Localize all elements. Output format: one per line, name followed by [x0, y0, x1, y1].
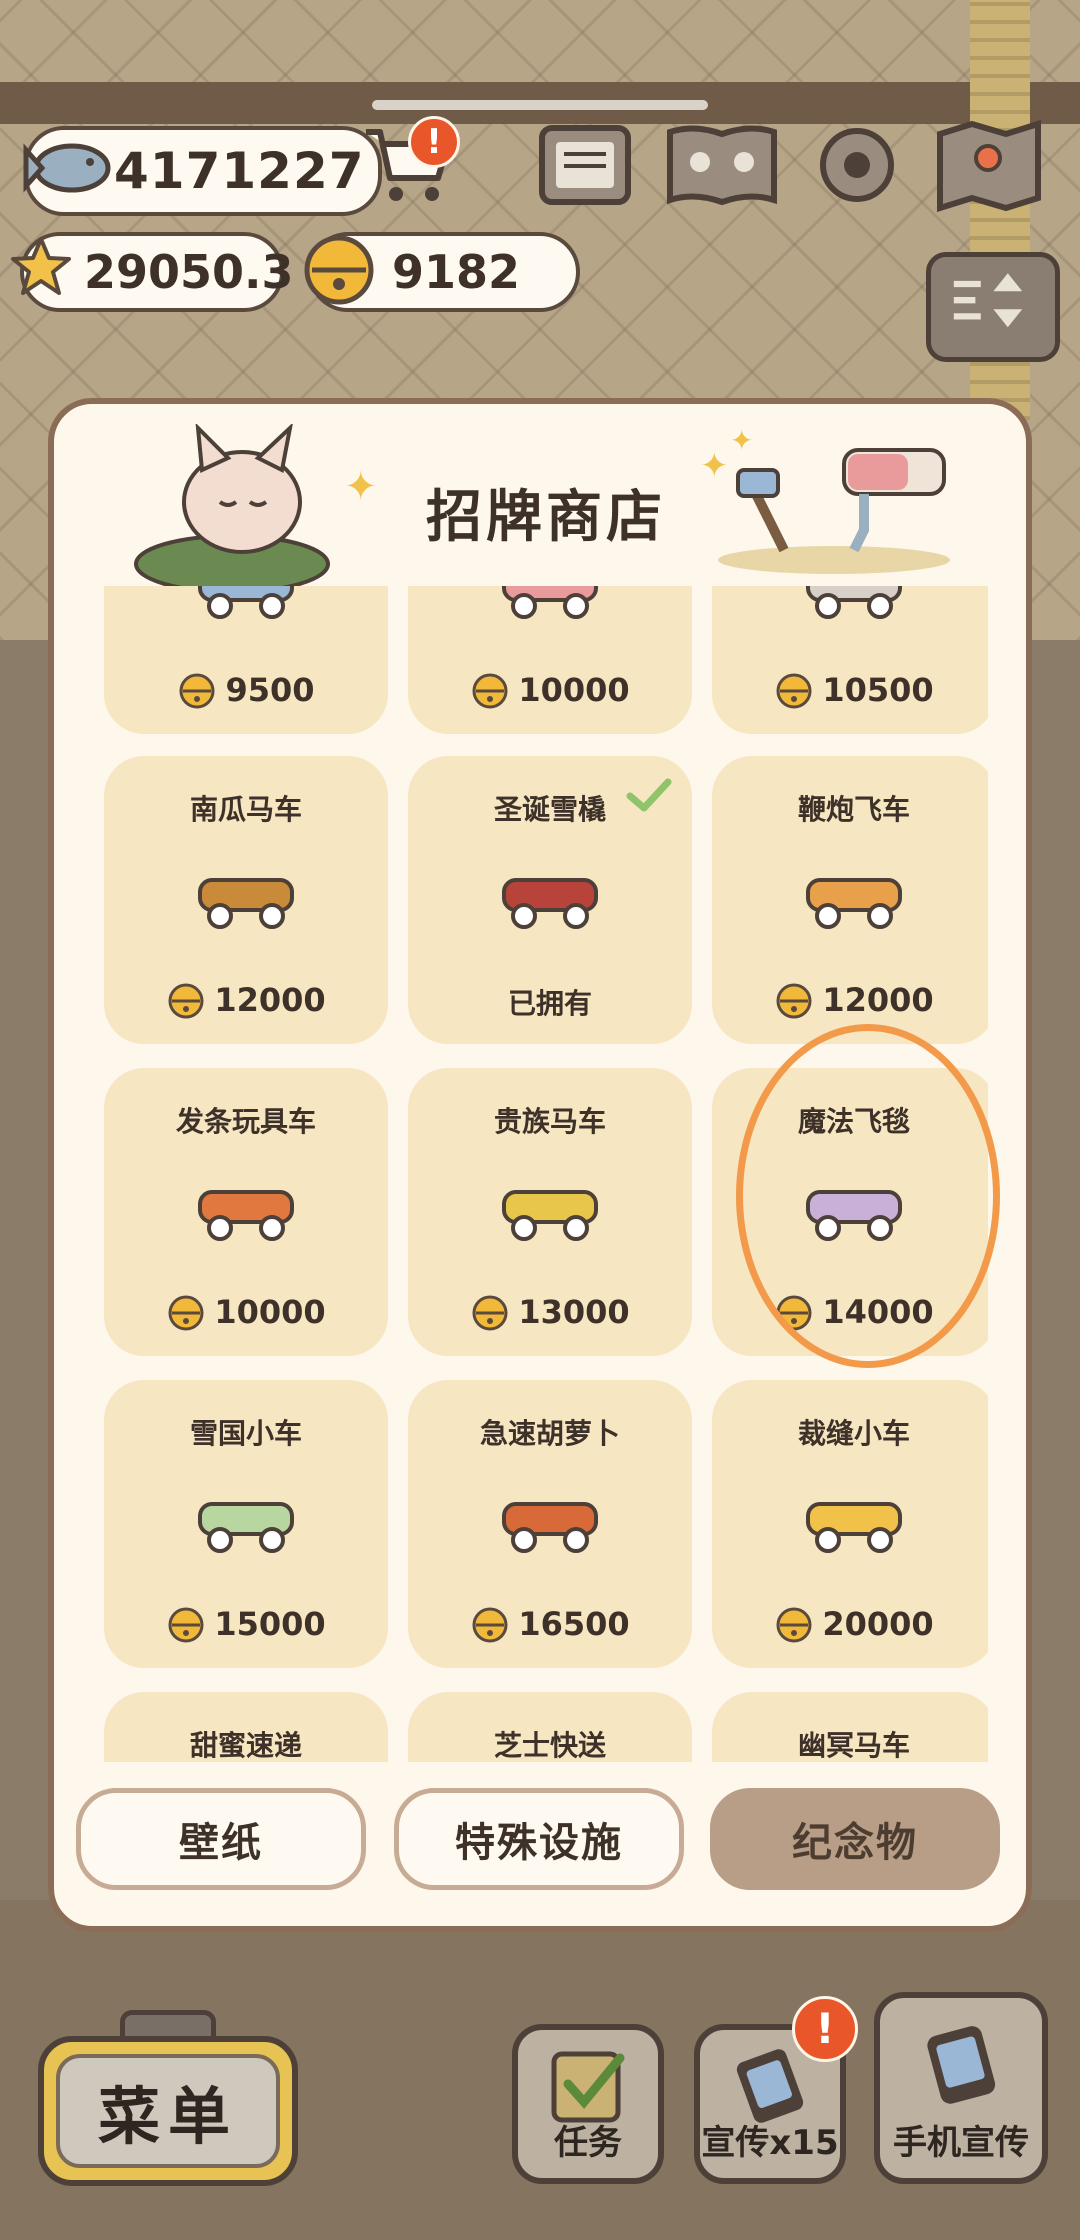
- phone-icon: [927, 2026, 996, 2104]
- menu-button-label: 菜单: [56, 2054, 280, 2168]
- shop-item-card[interactable]: 9500: [104, 586, 388, 734]
- item-price-value: 12000: [214, 981, 326, 1019]
- bell-icon: [472, 673, 508, 709]
- item-name: 贵族马车: [493, 1105, 606, 1138]
- layout-toggle-button[interactable]: [926, 252, 1060, 362]
- item-price: 12000: [712, 980, 988, 1020]
- vehicle-icon: [806, 586, 902, 619]
- shop-item-card[interactable]: 南瓜马车 12000: [104, 756, 388, 1044]
- phone-promotion-button[interactable]: 手机宣传: [874, 1992, 1048, 2184]
- shop-item-card[interactable]: 雪国小车 15000: [104, 1380, 388, 1668]
- signboard-shop-modal: ✦ 招牌商店 ✦ ✦ 9500 10000 10500 南瓜马车 12000 圣诞雪橇 已拥…: [48, 398, 1032, 1932]
- bell-icon: [179, 673, 215, 709]
- item-name: 幽冥马车: [797, 1729, 910, 1762]
- item-price-value: 10000: [214, 1293, 326, 1331]
- bell-icon: [472, 1607, 508, 1643]
- item-price: 15000: [104, 1604, 388, 1644]
- item-price: 10000: [408, 670, 692, 710]
- item-price-value: 10500: [822, 671, 934, 709]
- sort-arrows-icon: [953, 273, 1023, 328]
- shop-item-card[interactable]: 幽冥马车: [712, 1692, 988, 1762]
- vehicle-icon: [198, 1190, 294, 1241]
- shop-tab-bar: 壁纸 特殊设施 纪念物: [54, 1788, 1026, 1896]
- vehicle-icon: [502, 1190, 598, 1241]
- shop-item-card[interactable]: 贵族马车 13000: [408, 1068, 692, 1356]
- vehicle-icon: [198, 878, 294, 929]
- paint-roller-illustration: [718, 448, 950, 574]
- tasks-label: 任务: [554, 2123, 622, 2163]
- item-price-value: 15000: [214, 1605, 326, 1643]
- bell-icon: [168, 1295, 204, 1331]
- shop-item-card[interactable]: 10500: [712, 586, 988, 734]
- item-price-value: 10000: [518, 671, 630, 709]
- item-price: 16500: [408, 1604, 692, 1644]
- item-name: 南瓜马车: [189, 793, 302, 826]
- shop-item-card[interactable]: 圣诞雪橇 已拥有: [408, 756, 692, 1044]
- vehicle-icon: [806, 1502, 902, 1553]
- fish-currency-value: 4171227: [114, 142, 365, 200]
- shop-item-card[interactable]: 裁缝小车 20000: [712, 1380, 988, 1668]
- tab-wallpaper[interactable]: 壁纸: [76, 1788, 366, 1890]
- item-price-value: 12000: [822, 981, 934, 1019]
- star-currency-value: 29050.3: [84, 245, 294, 299]
- shop-item-card[interactable]: 急速胡萝卜 16500: [408, 1380, 692, 1668]
- bell-icon: [304, 235, 374, 305]
- promotion-label: 宣传x15: [701, 2123, 839, 2163]
- item-name: 发条玩具车: [175, 1105, 316, 1138]
- phone-promotion-label: 手机宣传: [893, 2123, 1029, 2163]
- star-icon: [11, 237, 71, 295]
- vehicle-icon: [502, 586, 598, 619]
- shop-item-card[interactable]: 发条玩具车 10000: [104, 1068, 388, 1356]
- item-name: 芝士快送: [493, 1729, 606, 1762]
- bell-icon: [776, 983, 812, 1019]
- notebook-icon[interactable]: [536, 118, 634, 212]
- item-price: 12000: [104, 980, 388, 1020]
- item-name: 雪国小车: [189, 1417, 302, 1450]
- highlight-circle-annotation: [736, 1024, 1000, 1368]
- item-price: 9500: [104, 670, 388, 710]
- item-price: 20000: [712, 1604, 988, 1644]
- fish-icon: [23, 143, 111, 193]
- vehicle-icon: [502, 878, 598, 929]
- item-price-value: 20000: [822, 1605, 934, 1643]
- tasks-button[interactable]: 任务: [512, 2024, 664, 2184]
- item-price: 13000: [408, 1292, 692, 1332]
- vehicle-icon: [198, 1502, 294, 1553]
- cart-notification-badge: !: [408, 116, 460, 168]
- menu-button[interactable]: 菜单: [38, 2036, 298, 2186]
- vehicle-icon: [198, 586, 294, 619]
- item-name: 甜蜜速递: [189, 1729, 302, 1762]
- checkmark-icon: [626, 778, 672, 812]
- paw-book-icon[interactable]: [664, 118, 780, 212]
- bell-icon: [472, 1295, 508, 1331]
- bell-icon: [776, 1607, 812, 1643]
- shop-item-card[interactable]: 芝士快送: [408, 1692, 692, 1762]
- item-price-value: 16500: [518, 1605, 630, 1643]
- vehicle-icon: [806, 878, 902, 929]
- gear-icon[interactable]: [808, 118, 906, 212]
- item-price: 10500: [712, 670, 988, 710]
- tab-special-facilities[interactable]: 特殊设施: [394, 1788, 684, 1890]
- map-icon[interactable]: [934, 118, 1044, 212]
- tab-souvenir[interactable]: 纪念物: [710, 1788, 1000, 1890]
- shop-item-card[interactable]: 鞭炮飞车 12000: [712, 756, 988, 1044]
- bell-icon: [168, 983, 204, 1019]
- promotion-notification-badge: !: [792, 1996, 858, 2062]
- item-name: 急速胡萝卜: [479, 1417, 620, 1450]
- item-name: 裁缝小车: [797, 1417, 910, 1450]
- bell-icon: [168, 1607, 204, 1643]
- item-price: 10000: [104, 1292, 388, 1332]
- bell-currency-value: 9182: [392, 245, 521, 299]
- item-price-value: 13000: [518, 1293, 630, 1331]
- owned-label: 已拥有: [507, 987, 592, 1020]
- bell-icon: [776, 673, 812, 709]
- item-price-value: 9500: [225, 671, 315, 709]
- shop-item-card[interactable]: 甜蜜速递: [104, 1692, 388, 1762]
- shop-item-card[interactable]: 10000: [408, 586, 692, 734]
- vehicle-icon: [502, 1502, 598, 1553]
- status-handle: [372, 100, 708, 110]
- item-name: 鞭炮飞车: [797, 793, 910, 826]
